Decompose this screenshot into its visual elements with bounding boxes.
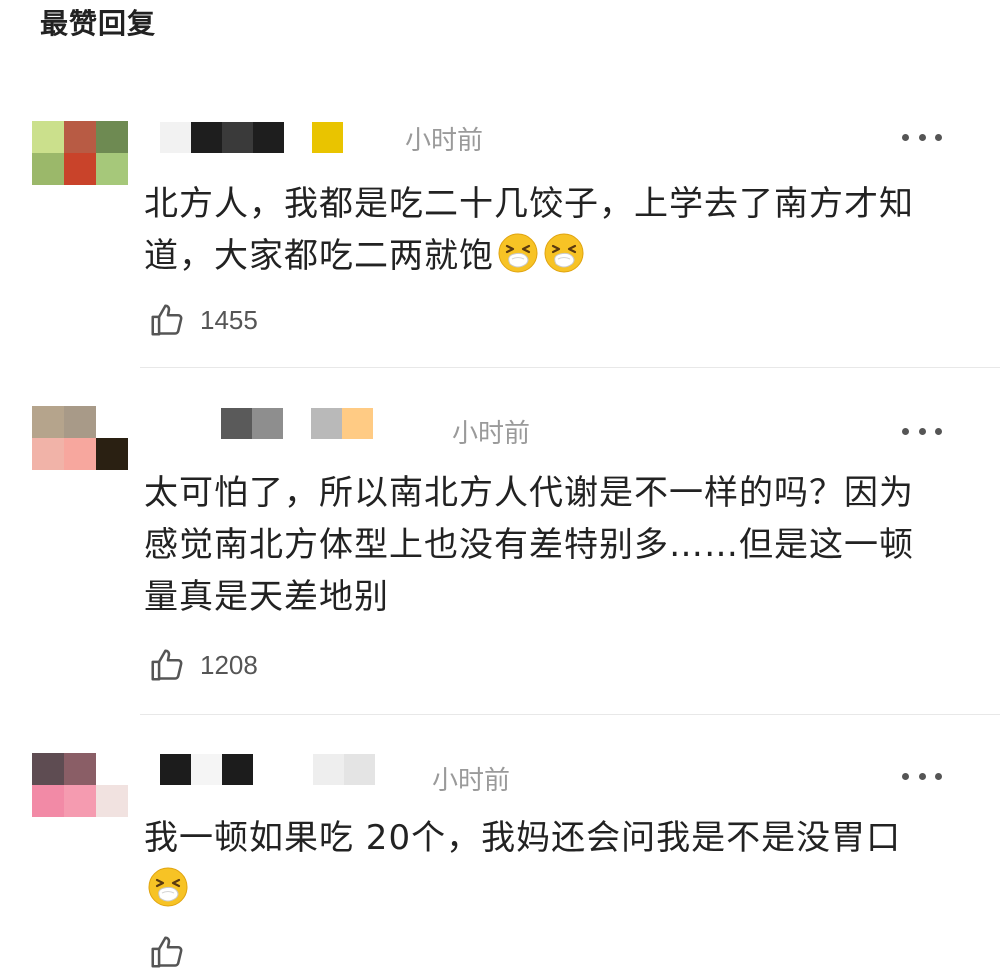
- timestamp: 小时前: [452, 419, 531, 449]
- like-count: 1208: [200, 649, 258, 680]
- thumbs-up-icon: [151, 304, 183, 336]
- emoji-group: [494, 233, 586, 276]
- more-options-icon[interactable]: [902, 130, 942, 144]
- sneezing-face-icon: [544, 233, 584, 273]
- comment-text-body: 太可怕了，所以南北方人代谢是不一样的吗？因为感觉南北方体型上也没有差特别多……但…: [144, 473, 914, 617]
- comment-text: 我一顿如果吃 20个，我妈还会问我是不是没胃口: [144, 812, 944, 916]
- comment-text-body: 我一顿如果吃 20个，我妈还会问我是不是没胃口: [144, 818, 902, 858]
- more-options-icon[interactable]: [902, 424, 942, 438]
- timestamp: 小时前: [405, 126, 484, 156]
- comment-text: 太可怕了，所以南北方人代谢是不一样的吗？因为感觉南北方体型上也没有差特别多……但…: [144, 467, 934, 623]
- divider: [140, 367, 1000, 368]
- timestamp: 小时前: [432, 766, 511, 796]
- more-options-icon[interactable]: [902, 769, 942, 783]
- like-button[interactable]: 1208: [148, 645, 258, 685]
- sneezing-face-icon: [498, 233, 538, 273]
- comment-text: 北方人，我都是吃二十几饺子，上学去了南方才知道，大家都吃二两就饱: [144, 178, 944, 282]
- divider: [140, 714, 1000, 715]
- username-censored[interactable]: [160, 752, 375, 786]
- page-title: 最赞回复: [40, 7, 157, 40]
- like-button[interactable]: [148, 932, 200, 972]
- username-censored[interactable]: [190, 406, 373, 440]
- like-button[interactable]: 1455: [148, 300, 258, 340]
- username-censored[interactable]: [160, 120, 343, 154]
- avatar[interactable]: [32, 121, 128, 185]
- like-count: 1455: [200, 304, 258, 335]
- thumbs-up-icon: [151, 936, 183, 968]
- thumbs-up-icon: [151, 649, 183, 681]
- sneezing-face-icon: [148, 867, 188, 907]
- avatar[interactable]: [32, 406, 128, 470]
- emoji-group: [144, 867, 190, 910]
- avatar[interactable]: [32, 753, 128, 817]
